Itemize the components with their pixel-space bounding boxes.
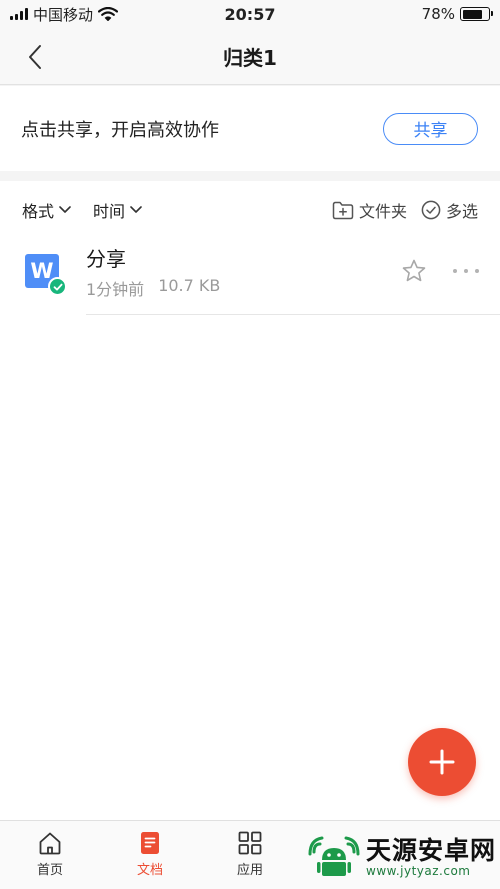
multiselect-label: 多选 [445,202,478,221]
star-icon [402,259,426,282]
multiselect-button[interactable]: 多选 [421,198,478,222]
file-name: 分享 [86,247,126,271]
filter-right: 文件夹 多选 [332,198,478,222]
chevron-down-icon [130,206,142,213]
battery-percent: 78% [421,5,455,23]
tab-apps-label: 应用 [236,863,263,878]
file-size: 10.7 KB [158,276,221,295]
more-options-button[interactable] [453,263,479,279]
signal-icon [10,8,28,20]
watermark-url: www.jytyaz.com [366,864,471,879]
back-button[interactable] [18,40,52,74]
filter-bar: 格式 时间 文件夹 多选 [0,181,500,239]
page-title: 归类1 [223,45,277,70]
watermark: 天源安卓网 www.jytyaz.com [300,826,500,889]
share-banner: 点击共享，开启高效协作 共享 [0,86,500,171]
checkmark-icon [53,283,62,290]
share-prompt-text: 点击共享，开启高效协作 [21,119,219,141]
format-filter[interactable]: 格式 [22,198,71,222]
chevron-left-icon [29,45,41,69]
plus-icon [429,749,455,775]
chevron-down-icon [59,206,71,213]
new-folder-button[interactable]: 文件夹 [332,198,407,222]
more-dot-icon [464,269,468,273]
nav-bar: 归类1 [0,28,500,85]
favorite-button[interactable] [401,258,427,284]
sync-status-icon [48,277,67,296]
watermark-title: 天源安卓网 [366,835,497,865]
status-bar: 中国移动 20:57 78% [0,0,500,28]
battery-icon [460,7,493,21]
file-meta: 1分钟前 10.7 KB [86,276,220,300]
more-dot-icon [453,269,457,273]
tab-apps[interactable]: 应用 [200,821,300,889]
time-filter[interactable]: 时间 [93,198,142,222]
filter-left: 格式 时间 [22,198,142,222]
tab-home[interactable]: 首页 [0,821,100,889]
folder-label: 文件夹 [358,202,407,221]
grid-icon [238,831,262,855]
home-icon [39,832,61,855]
tab-home-label: 首页 [36,863,63,878]
share-button[interactable]: 共享 [383,112,478,145]
row-divider [86,314,500,315]
carrier-label: 中国移动 [33,5,94,24]
watermark-text: 天源安卓网 www.jytyaz.com [366,837,496,879]
battery-fill [462,9,482,19]
word-file-icon: W [25,254,67,296]
format-filter-label: 格式 [22,202,55,221]
android-logo-icon [308,836,360,876]
file-row[interactable]: W 分享 1分钟前 10.7 KB [0,239,500,315]
add-button[interactable] [408,728,476,796]
wifi-icon [98,7,119,21]
file-list-panel: 格式 时间 文件夹 多选 W 分享 1分钟前 10.7 KB [0,181,500,820]
status-left: 中国移动 [10,4,119,25]
tab-documents-label: 文档 [136,863,163,878]
document-icon [141,832,159,854]
more-dot-icon [475,269,479,273]
time-filter-label: 时间 [93,202,126,221]
tab-documents[interactable]: 文档 [100,821,200,889]
status-right: 78% [421,5,493,23]
file-time: 1分钟前 [86,280,145,299]
check-circle-icon [421,200,441,220]
folder-add-icon [332,201,354,219]
